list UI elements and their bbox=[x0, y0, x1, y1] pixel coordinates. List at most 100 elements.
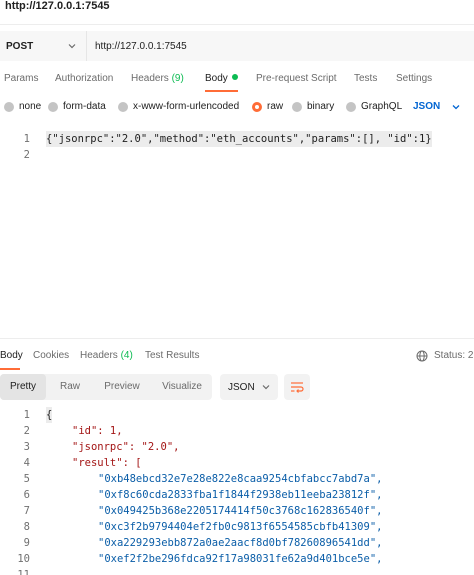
response-code: "0xb48ebcd32e7e28e822e8caa9254cbfabcc7ab… bbox=[98, 473, 383, 485]
response-code: "jsonrpc": "2.0", bbox=[72, 441, 180, 453]
view-preview-button[interactable]: Preview bbox=[96, 374, 148, 400]
radio-binary[interactable]: binary bbox=[292, 98, 334, 116]
line-number: 7 bbox=[23, 505, 30, 517]
radio-form-data[interactable]: form-data bbox=[48, 98, 106, 116]
radio-raw-label: raw bbox=[267, 101, 284, 112]
chevron-down-icon bbox=[260, 381, 272, 393]
tab-headers-label: Headers bbox=[131, 73, 169, 84]
response-active-tab-indicator bbox=[0, 368, 20, 370]
pane-divider[interactable] bbox=[0, 338, 474, 339]
response-code: "0xa229293ebb872a0ae2aacf8d0bf7826089654… bbox=[98, 537, 383, 549]
line-number: 1 bbox=[23, 133, 30, 145]
url-input[interactable]: http://127.0.0.1:7545 bbox=[87, 31, 474, 61]
body-format-select[interactable]: JSON bbox=[413, 98, 462, 116]
radio-selected-icon bbox=[252, 102, 262, 112]
method-label: POST bbox=[6, 40, 34, 52]
response-code: { bbox=[46, 407, 53, 423]
line-number: 10 bbox=[17, 553, 30, 565]
response-line: 9 "0xa229293ebb872a0ae2aacf8d0bf78260896… bbox=[0, 535, 474, 551]
response-code: "0xef2f2be296fdca92f17a98031fe62a9d401bc… bbox=[98, 553, 383, 565]
radio-form-data-label: form-data bbox=[63, 101, 106, 112]
response-tab-cookies[interactable]: Cookies bbox=[33, 346, 69, 366]
response-line: 10 "0xef2f2be296fdca92f17a98031fe62a9d40… bbox=[0, 551, 474, 567]
response-body-viewer[interactable]: 1 { 2 "id": 1, 3 "jsonrpc": "2.0", 4 "re… bbox=[0, 407, 474, 575]
response-line: 11 bbox=[0, 567, 474, 575]
editor-line: 1 {"jsonrpc":"2.0","method":"eth_account… bbox=[0, 131, 474, 147]
response-line: 3 "jsonrpc": "2.0", bbox=[0, 439, 474, 455]
view-raw-button[interactable]: Raw bbox=[50, 374, 90, 400]
view-visualize-button[interactable]: Visualize bbox=[154, 374, 210, 400]
tab-settings[interactable]: Settings bbox=[396, 70, 432, 88]
body-type-options: none form-data x-www-form-urlencoded raw… bbox=[0, 98, 474, 116]
response-line: 2 "id": 1, bbox=[0, 423, 474, 439]
response-language-select[interactable]: JSON bbox=[220, 374, 278, 400]
response-code: "0x049425b368e2205174414f50c3768c1628365… bbox=[98, 505, 383, 517]
tab-tests[interactable]: Tests bbox=[354, 70, 377, 88]
view-pretty-button[interactable]: Pretty bbox=[0, 374, 46, 400]
radio-urlencoded-label: x-www-form-urlencoded bbox=[133, 101, 240, 112]
response-headers-count: (4) bbox=[120, 350, 133, 361]
radio-raw[interactable]: raw bbox=[252, 98, 283, 116]
response-code: "id": 1, bbox=[72, 425, 123, 437]
radio-circle-icon bbox=[4, 102, 14, 112]
chevron-down-icon bbox=[450, 101, 462, 113]
editor-line: 2 bbox=[0, 147, 474, 163]
response-code: "result": [ bbox=[72, 457, 142, 469]
request-body-editor[interactable]: 1 {"jsonrpc":"2.0","method":"eth_account… bbox=[0, 128, 474, 168]
radio-graphql[interactable]: GraphQL bbox=[346, 98, 402, 116]
response-code: "0xf8c60cda2833fba1f1844f2938eb11eeba238… bbox=[98, 489, 383, 501]
line-number: 11 bbox=[17, 569, 30, 575]
editor-code: {"jsonrpc":"2.0","method":"eth_accounts"… bbox=[46, 131, 432, 147]
request-title: http://127.0.0.1:7545 bbox=[5, 0, 110, 12]
radio-none-label: none bbox=[19, 101, 42, 112]
active-tab-indicator bbox=[205, 90, 238, 92]
request-tabs: Params Authorization Headers (9) Body Pr… bbox=[0, 70, 474, 90]
chevron-down-icon bbox=[66, 40, 78, 52]
radio-binary-label: binary bbox=[307, 101, 335, 112]
line-number: 8 bbox=[23, 521, 30, 533]
tab-authorization[interactable]: Authorization bbox=[55, 70, 113, 88]
radio-urlencoded[interactable]: x-www-form-urlencoded bbox=[118, 98, 239, 116]
response-line: 8 "0xc3f2b9794404ef2fb0c9813f6554585cbfb… bbox=[0, 519, 474, 535]
view-mode-group: Pretty Raw Preview Visualize bbox=[0, 374, 212, 400]
line-number: 5 bbox=[23, 473, 30, 485]
tab-pre-request-script[interactable]: Pre-request Script bbox=[256, 70, 337, 88]
globe-icon[interactable] bbox=[416, 350, 428, 362]
title-divider bbox=[0, 24, 474, 25]
response-line: 5 "0xb48ebcd32e7e28e822e8caa9254cbfabcc7… bbox=[0, 471, 474, 487]
tab-headers-count: (9) bbox=[171, 73, 184, 84]
response-code: "0xc3f2b9794404ef2fb0c9813f6554585cbfb41… bbox=[98, 521, 383, 533]
response-tab-body[interactable]: Body bbox=[0, 346, 23, 366]
response-tabs: Body Cookies Headers (4) Test Results St… bbox=[0, 346, 474, 366]
response-status: Status: 2 bbox=[416, 346, 473, 366]
response-tab-headers[interactable]: Headers (4) bbox=[80, 346, 133, 366]
body-format-label: JSON bbox=[413, 101, 441, 112]
line-number: 2 bbox=[23, 425, 30, 437]
response-language-label: JSON bbox=[228, 381, 255, 393]
response-line: 1 { bbox=[0, 407, 474, 423]
response-line: 7 "0x049425b368e2205174414f50c3768c16283… bbox=[0, 503, 474, 519]
line-number: 9 bbox=[23, 537, 30, 549]
response-line: 4 "result": [ bbox=[0, 455, 474, 471]
response-view-bar: Pretty Raw Preview Visualize JSON bbox=[0, 374, 474, 400]
radio-circle-icon bbox=[48, 102, 58, 112]
status-label: Status: 2 bbox=[434, 350, 474, 361]
wrap-lines-button[interactable] bbox=[284, 374, 310, 400]
request-bar: POST http://127.0.0.1:7545 bbox=[0, 31, 474, 61]
radio-circle-icon bbox=[292, 102, 302, 112]
tab-body-label: Body bbox=[205, 73, 228, 84]
line-number: 4 bbox=[23, 457, 30, 469]
response-tab-test-results[interactable]: Test Results bbox=[145, 346, 199, 366]
method-select[interactable]: POST bbox=[0, 31, 87, 61]
line-number: 3 bbox=[23, 441, 30, 453]
modified-dot-icon bbox=[231, 74, 238, 80]
radio-circle-icon bbox=[118, 102, 128, 112]
tab-headers[interactable]: Headers (9) bbox=[131, 70, 184, 88]
tab-params[interactable]: Params bbox=[4, 70, 38, 88]
radio-graphql-label: GraphQL bbox=[361, 101, 403, 112]
radio-none[interactable]: none bbox=[4, 98, 41, 116]
tab-body[interactable]: Body bbox=[205, 70, 238, 88]
radio-circle-icon bbox=[346, 102, 356, 112]
response-line: 6 "0xf8c60cda2833fba1f1844f2938eb11eeba2… bbox=[0, 487, 474, 503]
line-number: 1 bbox=[23, 409, 30, 421]
